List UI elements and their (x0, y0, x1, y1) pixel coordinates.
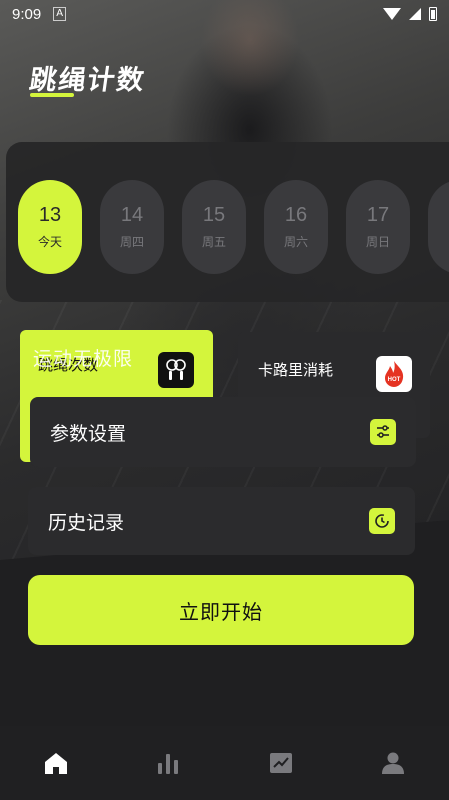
date-number: 13 (38, 204, 62, 226)
hot-badge: HOT (388, 377, 401, 383)
page-title: 跳绳计数 (27, 65, 148, 96)
date-item-16[interactable]: 16 周六 (264, 180, 328, 274)
nav-trend[interactable] (251, 733, 311, 793)
fire-hot-icon: HOT (376, 356, 412, 392)
sliders-icon (370, 419, 396, 445)
profile-icon (381, 752, 404, 774)
nav-profile[interactable] (363, 733, 423, 793)
notification-icon: A (53, 7, 67, 21)
calories-label: 卡路里消耗 (258, 361, 334, 379)
history-label: 历史记录 (48, 511, 125, 534)
wifi-icon (383, 8, 401, 20)
signal-icon (409, 8, 421, 20)
start-button[interactable]: 立即开始 (28, 575, 414, 645)
date-number: 14 (120, 204, 144, 226)
date-number: 15 (202, 204, 226, 226)
date-weekday: 今天 (37, 235, 62, 249)
date-item-14[interactable]: 14 周四 (100, 180, 164, 274)
settings-row[interactable]: 参数设置 (30, 397, 416, 467)
status-bar: 9:09 A (0, 0, 449, 28)
clock-icon (369, 508, 395, 534)
date-number: 16 (284, 204, 308, 226)
date-number: 17 (366, 204, 390, 226)
date-weekday: 周五 (201, 235, 226, 249)
date-item-17[interactable]: 17 周日 (346, 180, 410, 274)
settings-label: 参数设置 (50, 422, 127, 445)
date-item-15[interactable]: 15 周五 (182, 180, 246, 274)
nav-home[interactable] (26, 733, 86, 793)
date-item-partial[interactable] (428, 180, 449, 274)
date-item-13[interactable]: 13 今天 (18, 180, 82, 274)
status-time: 9:09 (12, 5, 42, 23)
date-weekday: 周六 (283, 235, 308, 249)
date-weekday: 周四 (119, 235, 144, 249)
nav-stats[interactable] (138, 733, 198, 793)
app-screen: 9:09 A 跳绳计数 13 今天 14 周四 15 周五 16 周六 17 周… (0, 0, 449, 800)
date-weekday: 周日 (365, 235, 390, 249)
slogan-text: 运动无极限 (33, 348, 134, 370)
trend-icon (269, 753, 292, 773)
date-strip: 13 今天 14 周四 15 周五 16 周六 17 周日 (6, 142, 449, 302)
history-row[interactable]: 历史记录 (28, 487, 415, 555)
jump-rope-icon (158, 352, 194, 388)
home-icon (45, 753, 68, 774)
title-underline (30, 93, 74, 97)
stats-icon (158, 754, 179, 774)
battery-icon (429, 7, 437, 21)
bottom-nav (0, 726, 449, 800)
